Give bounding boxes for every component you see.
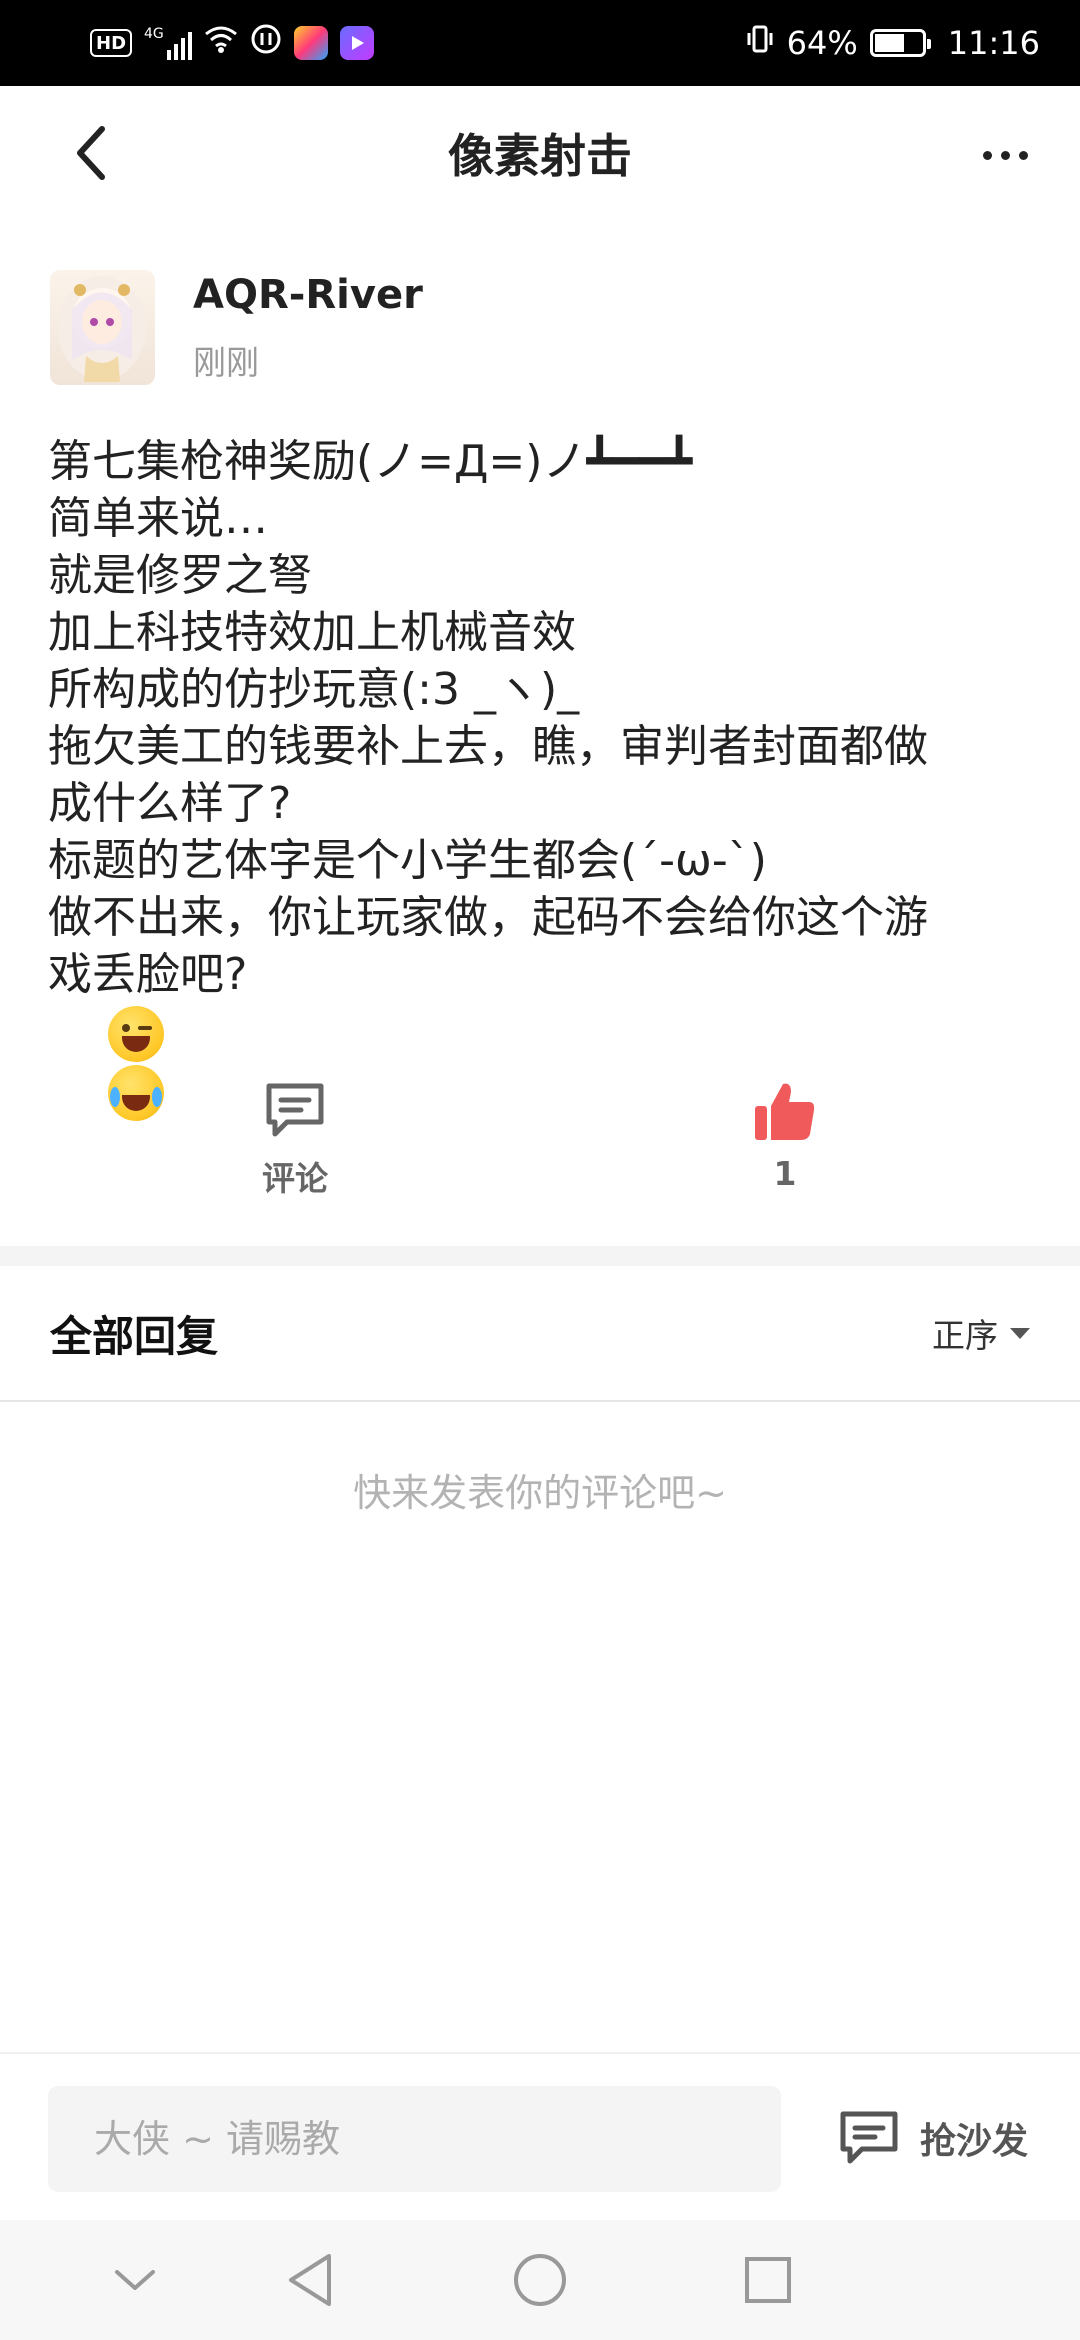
like-count: 1 [773,1154,797,1193]
status-left: HD 4G [90,23,374,63]
post-author: AQR-River 刚刚 [50,265,423,390]
replies-title: 全部回复 [50,1311,219,1361]
grab-sofa-button[interactable]: 抢沙发 [838,2098,1028,2178]
nav-home-icon[interactable] [510,2250,570,2310]
page-title: 像素射击 [448,129,632,183]
author-info: AQR-River 刚刚 [193,272,423,384]
post-content: 第七集枪神奖励(ノ=Д=)ノ┻━━┻ 简单来说… 就是修罗之弩 加上科技特效加上… [48,433,1038,1178]
author-name[interactable]: AQR-River [193,272,423,318]
status-bar: HD 4G 64% 11:16 [0,0,1080,86]
post-line: 做不出来，你让玩家做，起码不会给你这个游 [48,892,928,943]
post-line: 第七集枪神奖励(ノ=Д=)ノ┻━━┻ [48,436,693,487]
battery-icon [869,29,931,57]
comment-icon [840,2111,898,2164]
post-line: 拖欠美工的钱要补上去，瞧，审判者封面都做 [48,721,928,772]
section-divider [0,1246,1080,1266]
post-line: 所构成的仿抄玩意(:3 _ヽ)_ [48,664,580,715]
data-saver-icon [250,23,282,63]
back-button[interactable] [60,120,120,186]
comment-icon [266,1083,324,1137]
status-right: 64% 11:16 [745,24,1040,62]
like-button[interactable]: 1 [720,1080,850,1210]
app-icon [293,26,328,60]
post-line: 成什么样了? [48,778,292,829]
reply-input[interactable] [48,2086,781,2192]
back-chevron-icon [77,126,105,180]
top-nav-bar: 像素射击 [0,86,1080,220]
empty-comments-hint: 快来发表你的评论吧~ [353,1471,727,1515]
caret-down-icon [1010,1327,1030,1339]
more-dots-icon [982,150,992,160]
post-actions: 评论 1 [0,1080,1080,1210]
avatar[interactable] [50,270,155,385]
system-nav-bar [0,2220,1080,2340]
wink-tongue-emoji [107,1006,164,1062]
nav-collapse-icon[interactable] [105,2250,165,2310]
nav-recents-icon[interactable] [738,2250,798,2310]
status-time: 11:16 [947,24,1040,62]
more-options-button[interactable] [970,130,1040,180]
vibrate-icon [745,24,775,62]
post-line: 加上科技特效加上机械音效 [48,607,576,658]
nav-back-icon[interactable] [280,2250,340,2310]
sort-label: 正序 [932,1316,998,1355]
sort-order-button[interactable]: 正序 [932,1309,1030,1357]
post-line: 简单来说… [48,493,268,544]
comment-button[interactable]: 评论 [230,1080,360,1210]
reply-bar: 抢沙发 [0,2052,1080,2220]
hd-icon: HD [90,29,133,57]
post-timestamp: 刚刚 [193,342,259,382]
replies-header: 全部回复 正序 [0,1266,1080,1402]
wifi-icon [204,24,238,62]
signal-icon: 4G [144,26,192,60]
thumbs-up-icon [755,1083,815,1140]
post-line: 就是修罗之弩 [48,550,312,601]
video-app-icon [339,26,374,60]
grab-sofa-label: 抢沙发 [920,2121,1029,2162]
battery-percent: 64% [786,24,858,62]
comment-label: 评论 [262,1159,328,1198]
post-line: 标题的艺体字是个小学生都会(´-ω-`) [48,835,767,886]
